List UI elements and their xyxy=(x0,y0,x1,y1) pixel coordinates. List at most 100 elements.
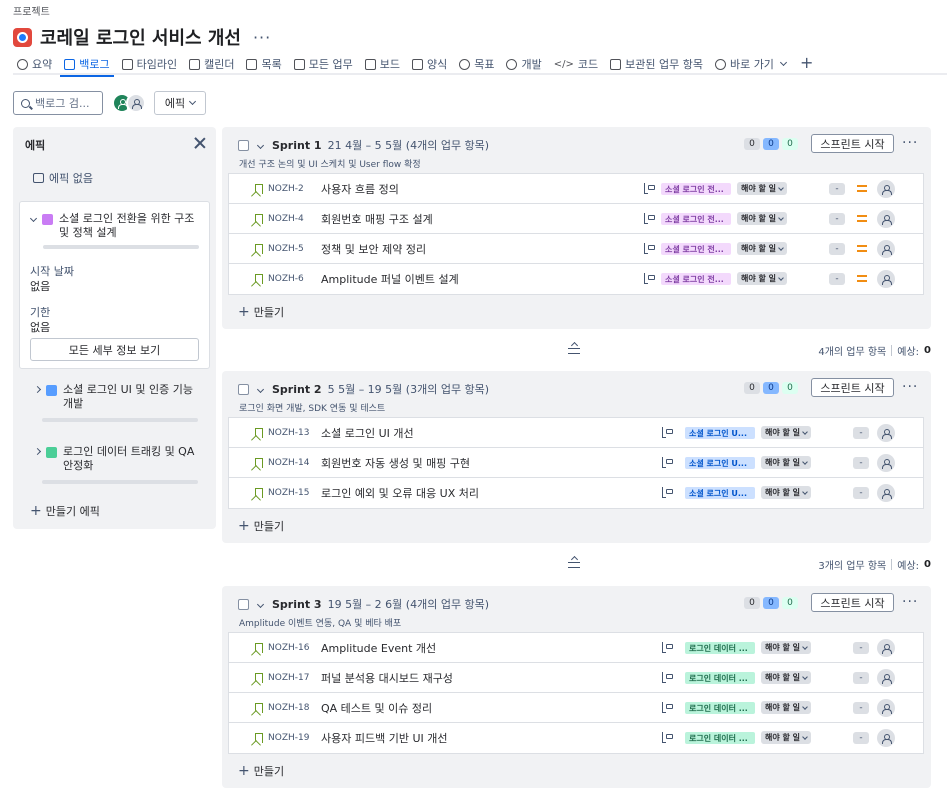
child-items-icon[interactable] xyxy=(661,732,673,743)
estimate-badge[interactable]: - xyxy=(829,273,845,285)
epic-filter-dropdown[interactable]: 에픽 xyxy=(154,91,206,115)
assignee-avatar[interactable] xyxy=(877,180,895,198)
issue-key[interactable]: NOZH-4 xyxy=(268,214,304,224)
epic-lozenge[interactable]: 소셜 로그인 전... xyxy=(661,183,731,195)
backlog-search-input[interactable]: 백로그 검... xyxy=(13,91,103,115)
estimate-badge[interactable]: - xyxy=(853,702,869,714)
epic-lozenge[interactable]: 소셜 로그인 U... xyxy=(685,457,755,469)
issue-key[interactable]: NOZH-13 xyxy=(268,428,309,438)
issue-summary[interactable]: 회원번호 매핑 구조 설계 xyxy=(321,211,433,227)
issue-row[interactable]: NOZH-4 회원번호 매핑 구조 설계 소셜 로그인 전... 해야 할 일 - xyxy=(229,204,923,234)
tab-goals[interactable]: 목표 xyxy=(455,55,502,73)
create-issue-button[interactable]: + 만들기 xyxy=(238,518,284,534)
breadcrumb[interactable]: 프로젝트 xyxy=(13,3,50,18)
tab-list[interactable]: 목록 xyxy=(242,55,289,73)
status-dropdown[interactable]: 해야 할 일 xyxy=(761,671,812,684)
sprint-checkbox[interactable] xyxy=(238,598,249,610)
assignee-avatar[interactable] xyxy=(877,454,895,472)
assignee-avatar[interactable] xyxy=(877,424,895,442)
drag-handle-icon[interactable] xyxy=(568,344,580,356)
add-tab-icon[interactable]: + xyxy=(794,55,813,71)
epic-item[interactable]: 로그인 데이터 트래킹 및 QA 안정화 xyxy=(19,445,210,484)
tab-timeline[interactable]: 타임라인 xyxy=(118,55,185,73)
chevron-down-icon[interactable] xyxy=(256,600,265,608)
more-actions-icon[interactable]: ··· xyxy=(902,594,918,610)
avatar-unassigned[interactable] xyxy=(126,93,146,113)
sprint-header[interactable]: Sprint 3 19 5월 – 2 6월 (4개의 업무 항목) xyxy=(238,596,489,612)
issue-summary[interactable]: 회원번호 자동 생성 및 매핑 구현 xyxy=(321,455,470,471)
issue-row[interactable]: NOZH-6 Amplitude 퍼널 이벤트 설계 소셜 로그인 전... 해야 할… xyxy=(229,264,923,294)
assignee-avatar[interactable] xyxy=(877,729,895,747)
estimate-badge[interactable]: - xyxy=(853,457,869,469)
chevron-down-icon[interactable] xyxy=(256,385,265,393)
epic-item-expanded[interactable]: 소셜 로그인 전환을 위한 구조 및 정책 설계 시작 날짜 없음 기한 없음 … xyxy=(19,201,210,369)
start-sprint-button[interactable]: 스프린트 시작 xyxy=(811,593,894,612)
tab-archived-items[interactable]: 보관된 업무 항목 xyxy=(606,55,711,73)
assignee-avatar[interactable] xyxy=(877,669,895,687)
issue-summary[interactable]: 소셜 로그인 UI 개선 xyxy=(321,425,414,441)
status-dropdown[interactable]: 해야 할 일 xyxy=(761,701,812,714)
child-items-icon[interactable] xyxy=(661,642,673,653)
issue-key[interactable]: NOZH-16 xyxy=(268,643,309,653)
issue-summary[interactable]: 사용자 피드백 기반 UI 개선 xyxy=(321,730,447,746)
status-dropdown[interactable]: 해야 할 일 xyxy=(761,456,812,469)
more-actions-icon[interactable]: ··· xyxy=(253,28,271,47)
assignee-filter[interactable] xyxy=(112,93,146,113)
chevron-right-icon[interactable] xyxy=(33,385,42,394)
sprint-checkbox[interactable] xyxy=(238,383,249,395)
issue-key[interactable]: NOZH-14 xyxy=(268,458,309,468)
tab-calendar[interactable]: 캘린더 xyxy=(185,55,242,73)
issue-row[interactable]: NOZH-2 사용자 흐름 정의 소셜 로그인 전... 해야 할 일 - xyxy=(229,174,923,204)
status-dropdown[interactable]: 해야 할 일 xyxy=(737,242,788,255)
view-all-details-button[interactable]: 모든 세부 정보 보기 xyxy=(30,338,199,361)
issue-row[interactable]: NOZH-13 소셜 로그인 UI 개선 소셜 로그인 U... 해야 할 일 - xyxy=(229,418,923,448)
assignee-avatar[interactable] xyxy=(877,699,895,717)
issue-row[interactable]: NOZH-17 퍼널 분석용 대시보드 재구성 로그인 데이터 ... 해야 할 일 - xyxy=(229,663,923,693)
more-actions-icon[interactable]: ··· xyxy=(902,135,918,151)
child-items-icon[interactable] xyxy=(661,457,673,468)
issue-summary[interactable]: 정책 및 보안 제약 정리 xyxy=(321,241,426,257)
assignee-avatar[interactable] xyxy=(877,240,895,258)
estimate-badge[interactable]: - xyxy=(853,487,869,499)
estimate-badge[interactable]: - xyxy=(853,732,869,744)
create-issue-button[interactable]: + 만들기 xyxy=(238,763,284,779)
estimate-badge[interactable]: - xyxy=(829,213,845,225)
assignee-avatar[interactable] xyxy=(877,484,895,502)
epic-lozenge[interactable]: 로그인 데이터 ... xyxy=(685,642,755,654)
issue-key[interactable]: NOZH-2 xyxy=(268,184,304,194)
child-items-icon[interactable] xyxy=(643,213,655,224)
child-items-icon[interactable] xyxy=(643,243,655,254)
estimate-badge[interactable]: - xyxy=(829,243,845,255)
epic-item[interactable]: 소셜 로그인 UI 및 인증 기능 개발 xyxy=(19,383,210,422)
assignee-avatar[interactable] xyxy=(877,210,895,228)
tab-all-work[interactable]: 모든 업무 xyxy=(290,55,361,73)
child-items-icon[interactable] xyxy=(661,427,673,438)
status-dropdown[interactable]: 해야 할 일 xyxy=(761,731,812,744)
tab-board[interactable]: 보드 xyxy=(361,55,408,73)
issue-row[interactable]: NOZH-5 정책 및 보안 제약 정리 소셜 로그인 전... 해야 할 일 - xyxy=(229,234,923,264)
sprint-header[interactable]: Sprint 1 21 4월 – 5 5월 (4개의 업무 항목) xyxy=(238,137,489,153)
tab-form[interactable]: 양식 xyxy=(408,55,455,73)
issue-summary[interactable]: QA 테스트 및 이슈 정리 xyxy=(321,700,432,716)
issue-row[interactable]: NOZH-14 회원번호 자동 생성 및 매핑 구현 소셜 로그인 U... 해야 할… xyxy=(229,448,923,478)
issue-key[interactable]: NOZH-19 xyxy=(268,733,309,743)
epic-lozenge[interactable]: 로그인 데이터 ... xyxy=(685,732,755,744)
estimate-badge[interactable]: - xyxy=(853,672,869,684)
no-epic-item[interactable]: 에픽 없음 xyxy=(33,170,93,186)
close-icon[interactable] xyxy=(194,137,206,149)
assignee-avatar[interactable] xyxy=(877,270,895,288)
estimate-badge[interactable]: - xyxy=(853,642,869,654)
chevron-down-icon[interactable] xyxy=(256,141,265,149)
chevron-right-icon[interactable] xyxy=(33,447,42,456)
issue-row[interactable]: NOZH-15 로그인 예외 및 오류 대응 UX 처리 소셜 로그인 U... 해야… xyxy=(229,478,923,508)
status-dropdown[interactable]: 해야 할 일 xyxy=(761,426,812,439)
issue-key[interactable]: NOZH-18 xyxy=(268,703,309,713)
issue-key[interactable]: NOZH-5 xyxy=(268,244,304,254)
create-issue-button[interactable]: + 만들기 xyxy=(238,304,284,320)
more-actions-icon[interactable]: ··· xyxy=(902,379,918,395)
epic-lozenge[interactable]: 소셜 로그인 전... xyxy=(661,213,731,225)
issue-summary[interactable]: 로그인 예외 및 오류 대응 UX 처리 xyxy=(321,485,479,501)
estimate-badge[interactable]: - xyxy=(853,427,869,439)
estimate-badge[interactable]: - xyxy=(829,183,845,195)
start-sprint-button[interactable]: 스프린트 시작 xyxy=(811,378,894,397)
